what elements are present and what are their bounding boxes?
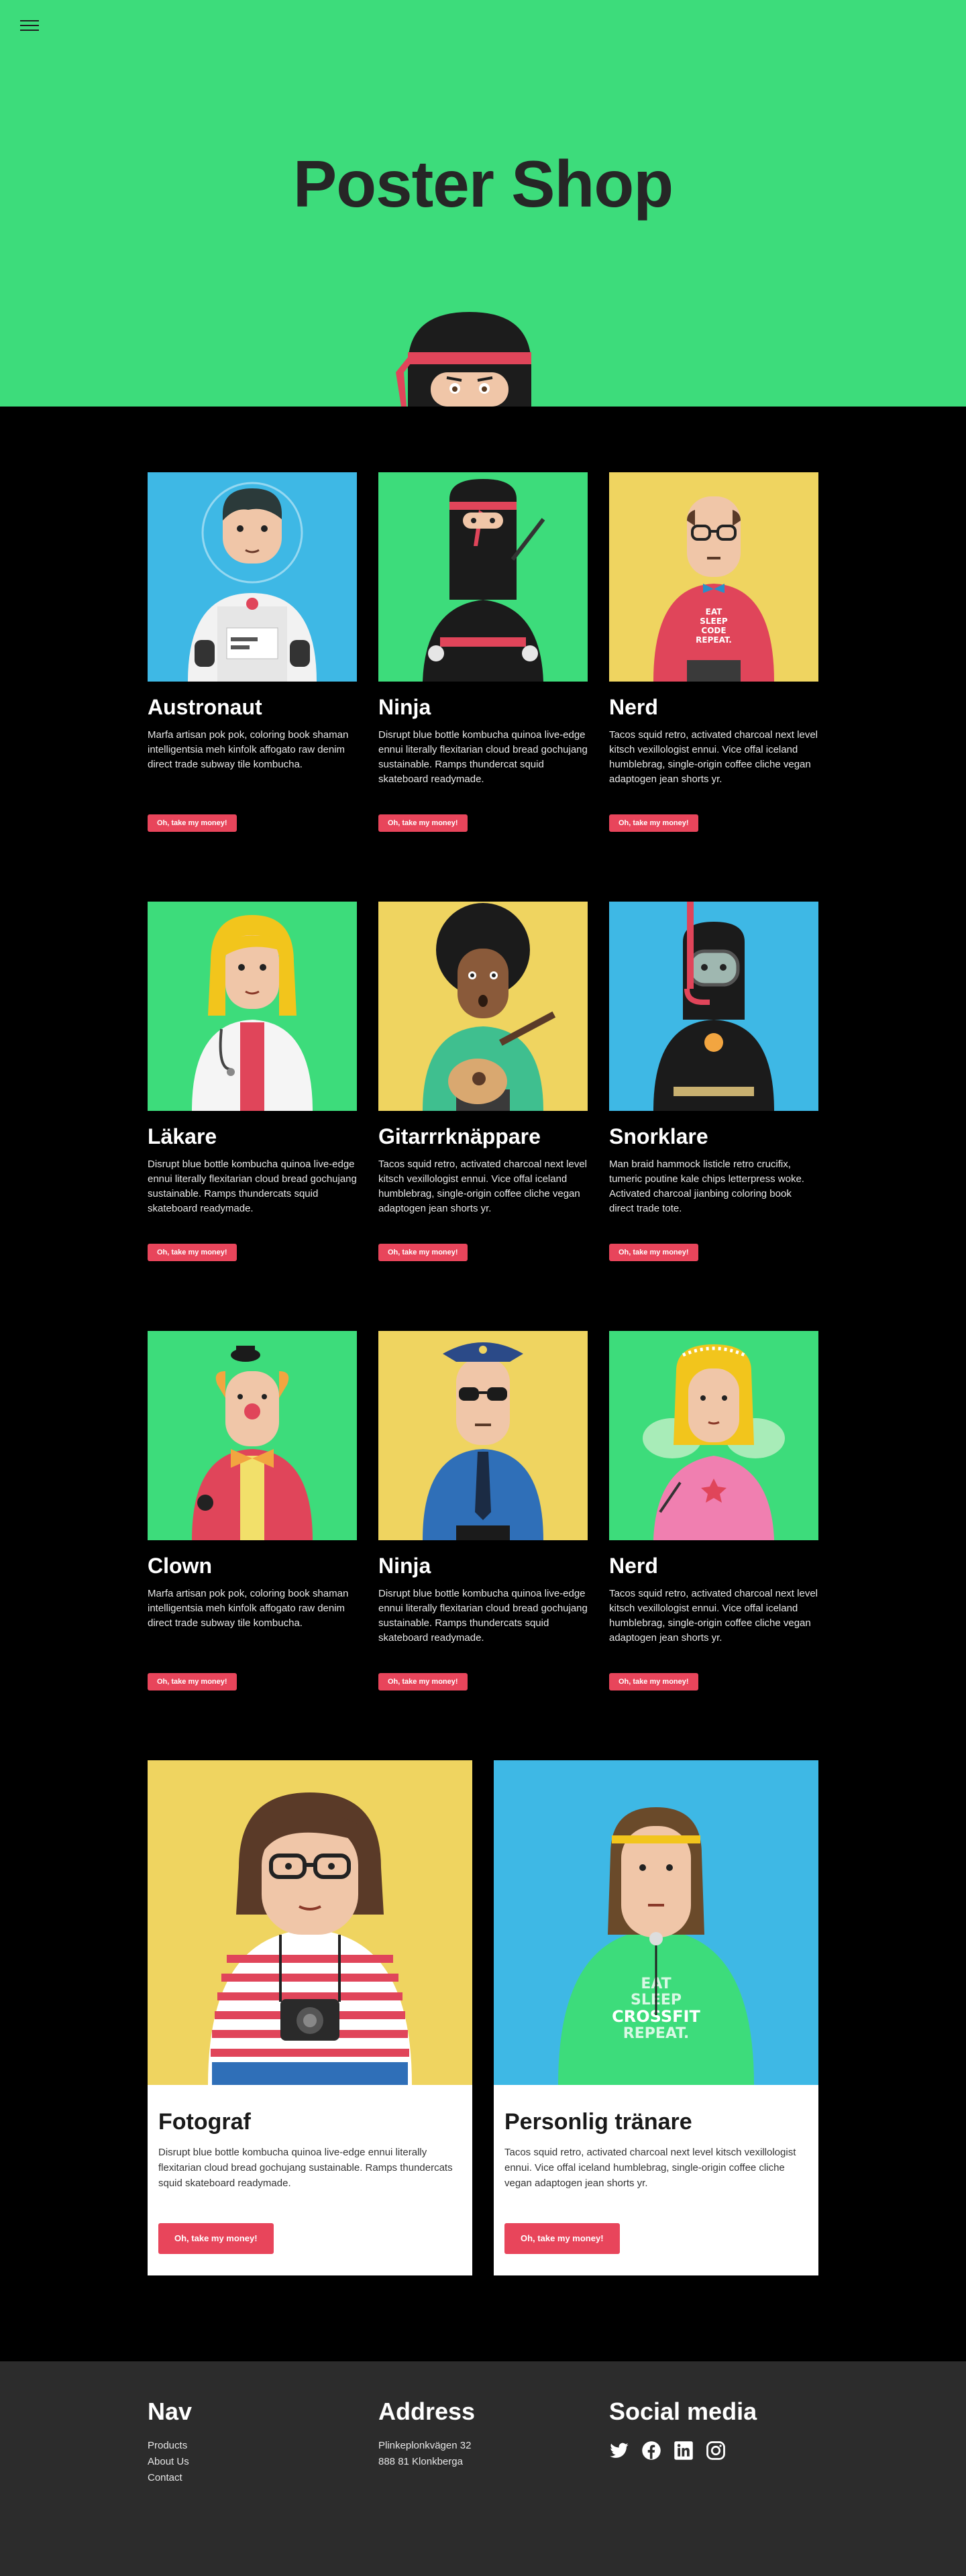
product-description: Marfa artisan pok pok, coloring book sha… <box>148 729 349 770</box>
product-card: Läkare Disrupt blue bottle kombucha quin… <box>148 902 357 1261</box>
page-title: Poster Shop <box>292 147 674 221</box>
buy-button[interactable]: Oh, take my money! <box>148 1673 237 1690</box>
facebook-icon[interactable] <box>641 2440 661 2461</box>
product-image <box>148 902 357 1111</box>
product-title: Austronaut <box>148 695 262 719</box>
product-image <box>378 1331 588 1540</box>
shirt-text: SLEEP <box>700 616 728 626</box>
product-image <box>378 902 588 1111</box>
product-image <box>148 1331 357 1540</box>
footer-link-about[interactable]: About Us <box>148 2454 192 2470</box>
product-card: Austronaut Marfa artisan pok pok, colori… <box>148 472 357 832</box>
shirt-text: EAT <box>706 607 723 616</box>
product-image: EAT SLEEP CODE REPEAT. <box>609 472 818 682</box>
ninja-peek-illustration <box>396 312 531 407</box>
footer-address-title: Address <box>378 2398 476 2425</box>
hamburger-menu-icon[interactable] <box>20 20 39 35</box>
buy-button[interactable]: Oh, take my money! <box>378 1673 468 1690</box>
product-description: Disrupt blue bottle kombucha quinoa live… <box>148 1159 357 1214</box>
twitter-icon[interactable] <box>609 2440 629 2461</box>
buy-button[interactable]: Oh, take my money! <box>378 1244 468 1261</box>
product-title: Ninja <box>378 695 431 719</box>
site-footer: Nav Products About Us Contact Address Pl… <box>0 2361 966 2576</box>
hero-header: Poster Shop <box>0 0 966 407</box>
clown-illustration <box>148 1331 357 1540</box>
linkedin-icon[interactable] <box>674 2440 694 2461</box>
product-description: Tacos squid retro, activated charcoal ne… <box>609 1588 818 1644</box>
product-image <box>148 472 357 682</box>
personal-trainer-illustration: EAT SLEEP CROSSFIT REPEAT. <box>494 1760 818 2085</box>
buy-button[interactable]: Oh, take my money! <box>504 2223 620 2254</box>
shirt-text: REPEAT. <box>696 635 732 645</box>
product-grid: Austronaut Marfa artisan pok pok, colori… <box>0 407 966 2361</box>
product-image <box>609 1331 818 1540</box>
featured-image: EAT SLEEP CROSSFIT REPEAT. <box>494 1760 818 2085</box>
footer-social-title: Social media <box>609 2398 757 2425</box>
footer-link-products[interactable]: Products <box>148 2438 192 2454</box>
astronaut-illustration <box>148 472 357 682</box>
instagram-icon[interactable] <box>706 2440 726 2461</box>
product-description: Tacos squid retro, activated charcoal ne… <box>378 1159 587 1214</box>
address-street: Plinkeplonkvägen 32 <box>378 2440 472 2451</box>
product-image <box>378 472 588 682</box>
buy-button[interactable]: Oh, take my money! <box>609 1244 698 1261</box>
photographer-illustration <box>148 1760 472 2085</box>
address-city: 888 81 Klonkberga <box>378 2456 463 2467</box>
product-description: Tacos squid retro, activated charcoal ne… <box>609 729 818 785</box>
footer-social: Social media <box>609 2398 757 2461</box>
product-title: Läkare <box>148 1124 217 1148</box>
product-title: Ninja <box>378 1554 431 1578</box>
ninja-illustration <box>378 472 588 682</box>
product-card: Ninja Disrupt blue bottle kombucha quino… <box>378 1331 588 1690</box>
product-title: Nerd <box>609 1554 658 1578</box>
product-card: Ninja Disrupt blue bottle kombucha quino… <box>378 472 588 832</box>
product-title: Nerd <box>609 695 658 719</box>
shirt-text: REPEAT. <box>623 2025 689 2042</box>
product-card: EAT SLEEP CODE REPEAT. Nerd Tacos squid … <box>609 472 818 832</box>
featured-description: Disrupt blue bottle kombucha quinoa live… <box>158 2147 453 2189</box>
shirt-text: CODE <box>701 626 726 635</box>
product-description: Marfa artisan pok pok, coloring book sha… <box>148 1588 349 1629</box>
featured-image <box>148 1760 472 2085</box>
product-card: Clown Marfa artisan pok pok, coloring bo… <box>148 1331 357 1690</box>
buy-button[interactable]: Oh, take my money! <box>609 814 698 832</box>
snorkeler-illustration <box>609 902 818 1111</box>
footer-link-contact[interactable]: Contact <box>148 2470 192 2486</box>
product-description: Disrupt blue bottle kombucha quinoa live… <box>378 729 588 785</box>
buy-button[interactable]: Oh, take my money! <box>158 2223 274 2254</box>
footer-nav-title: Nav <box>148 2398 193 2425</box>
product-title: Gitarrrknäppare <box>378 1124 541 1148</box>
buy-button[interactable]: Oh, take my money! <box>148 814 237 832</box>
product-image <box>609 902 818 1111</box>
product-card: Nerd Tacos squid retro, activated charco… <box>609 1331 818 1690</box>
product-description: Disrupt blue bottle kombucha quinoa live… <box>378 1588 588 1644</box>
featured-card: EAT SLEEP CROSSFIT REPEAT. Personlig trä… <box>494 1760 818 2275</box>
nerd-illustration: EAT SLEEP CODE REPEAT. <box>609 472 818 682</box>
product-title: Snorklare <box>609 1124 708 1148</box>
featured-title: Personlig tränare <box>504 2109 692 2135</box>
product-title: Clown <box>148 1554 212 1578</box>
buy-button[interactable]: Oh, take my money! <box>609 1673 698 1690</box>
footer-address: Address Plinkeplonkvägen 32 888 81 Klonk… <box>378 2398 475 2470</box>
guitarist-illustration <box>378 902 588 1111</box>
buy-button[interactable]: Oh, take my money! <box>378 814 468 832</box>
product-card: Snorklare Man braid hammock listicle ret… <box>609 902 818 1261</box>
doctor-illustration <box>148 902 357 1111</box>
product-description: Man braid hammock listicle retro crucifi… <box>609 1159 804 1214</box>
featured-description: Tacos squid retro, activated charcoal ne… <box>504 2147 796 2189</box>
fairy-illustration <box>609 1331 818 1540</box>
buy-button[interactable]: Oh, take my money! <box>148 1244 237 1261</box>
featured-card: Fotograf Disrupt blue bottle kombucha qu… <box>148 1760 472 2275</box>
product-card: Gitarrrknäppare Tacos squid retro, activ… <box>378 902 588 1261</box>
footer-nav: Nav Products About Us Contact <box>148 2398 192 2486</box>
featured-title: Fotograf <box>158 2109 251 2135</box>
police-illustration <box>378 1331 588 1540</box>
